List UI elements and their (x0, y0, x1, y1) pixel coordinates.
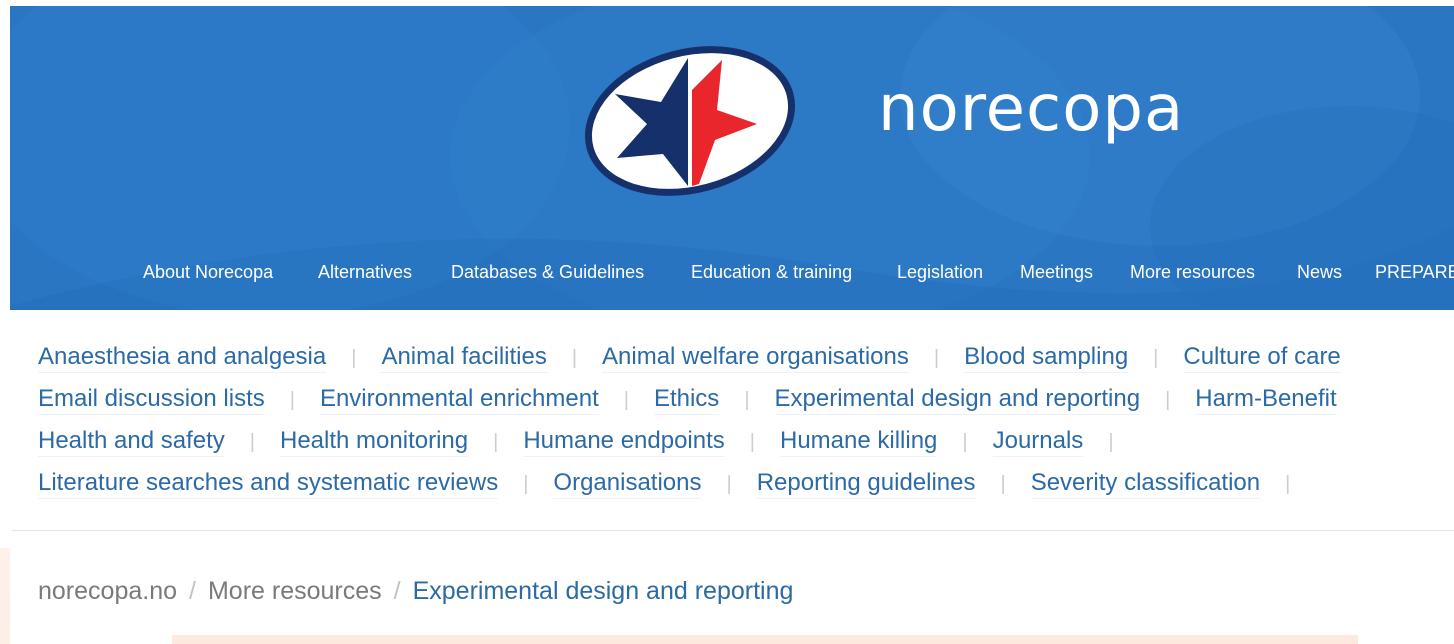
nav-meetings[interactable]: Meetings (1020, 262, 1093, 283)
topic-separator: | (933, 347, 940, 369)
topic-separator: | (249, 431, 255, 453)
topic-separator: | (1108, 431, 1114, 453)
topic-separator: | (571, 347, 578, 369)
topic-link-humane-endpoints[interactable]: Humane endpoints (523, 427, 725, 457)
nav-legislation[interactable]: Legislation (897, 262, 983, 283)
topic-separator: | (744, 389, 750, 411)
breadcrumb-home-link[interactable]: norecopa.no (38, 577, 177, 605)
main-navigation: About Norecopa Alternatives Databases & … (10, 262, 1454, 292)
topic-separator: | (962, 431, 968, 453)
topic-row: Email discussion lists | Environmental enr… (38, 381, 1337, 417)
topic-separator: | (493, 431, 499, 453)
topic-link-anaesthesia-analgesia[interactable]: Anaesthesia and analgesia (38, 343, 327, 373)
topic-separator: | (1153, 347, 1159, 369)
topic-link-experimental-design-reporting[interactable]: Experimental design and reporting (774, 385, 1141, 415)
topic-separator: | (1165, 389, 1171, 411)
nav-alternatives[interactable]: Alternatives (318, 262, 412, 283)
breadcrumb-separator: / (393, 577, 401, 605)
nav-prepare[interactable]: PREPARE (1375, 262, 1454, 283)
topic-link-literature-searches[interactable]: Literature searches and systematic revie… (38, 469, 499, 499)
nav-databases-guidelines[interactable]: Databases & Guidelines (451, 262, 644, 283)
topic-row: Literature searches and systematic revie… (38, 465, 1315, 501)
breadcrumb-separator: / (189, 577, 196, 605)
nav-news[interactable]: News (1297, 262, 1342, 283)
side-accent (0, 548, 10, 644)
topic-link-health-and-safety[interactable]: Health and safety (38, 427, 225, 457)
norecopa-logo[interactable] (575, 36, 805, 206)
brand-wordmark: norecopa (878, 72, 1185, 146)
topic-separator: | (623, 389, 629, 411)
topic-separator: | (1285, 473, 1291, 495)
topic-separator: | (749, 431, 755, 453)
page: norecopa About Norecopa Alternatives Dat… (0, 0, 1454, 644)
topic-links: Anaesthesia and analgesia | Animal facilit… (0, 335, 1454, 515)
topic-row: Health and safety | Health monitoring | Huma… (38, 423, 1139, 459)
topic-link-harm-benefit[interactable]: Harm-Benefit (1195, 385, 1337, 415)
notice-banner (172, 635, 1358, 644)
site-header: norecopa About Norecopa Alternatives Dat… (10, 6, 1454, 310)
topic-link-health-monitoring[interactable]: Health monitoring (280, 427, 469, 457)
topic-link-email-discussion-lists[interactable]: Email discussion lists (38, 385, 265, 415)
topic-link-ethics[interactable]: Ethics (653, 385, 720, 415)
breadcrumb-more-resources-link[interactable]: More resources (208, 577, 382, 605)
topic-link-environmental-enrichment[interactable]: Environmental enrichment (319, 385, 599, 415)
topic-link-animal-facilities[interactable]: Animal facilities (381, 343, 547, 373)
topic-row: Anaesthesia and analgesia | Animal facilit… (38, 339, 1341, 375)
topic-link-severity-classification[interactable]: Severity classification (1030, 469, 1261, 499)
nav-about-norecopa[interactable]: About Norecopa (143, 262, 273, 283)
topic-link-animal-welfare-organisations[interactable]: Animal welfare organisations (602, 343, 909, 373)
topic-link-organisations[interactable]: Organisations (553, 469, 702, 499)
nav-more-resources[interactable]: More resources (1130, 262, 1255, 283)
nav-education-training[interactable]: Education & training (691, 262, 852, 283)
topic-separator: | (726, 473, 732, 495)
breadcrumb-current-page: Experimental design and reporting (412, 577, 794, 605)
logo-star-emblem (584, 46, 796, 196)
breadcrumb: norecopa.no / More resources / Experimental … (38, 574, 793, 608)
topic-link-journals[interactable]: Journals (992, 427, 1084, 457)
topic-separator: | (1000, 473, 1006, 495)
topic-link-reporting-guidelines[interactable]: Reporting guidelines (756, 469, 976, 499)
topic-separator: | (523, 473, 529, 495)
topic-separator: | (351, 347, 357, 369)
topic-link-humane-killing[interactable]: Humane killing (779, 427, 938, 457)
section-divider (12, 530, 1454, 531)
topic-separator: | (289, 389, 295, 411)
topic-link-blood-sampling[interactable]: Blood sampling (964, 343, 1129, 373)
topic-link-culture-of-care[interactable]: Culture of care (1183, 343, 1341, 373)
